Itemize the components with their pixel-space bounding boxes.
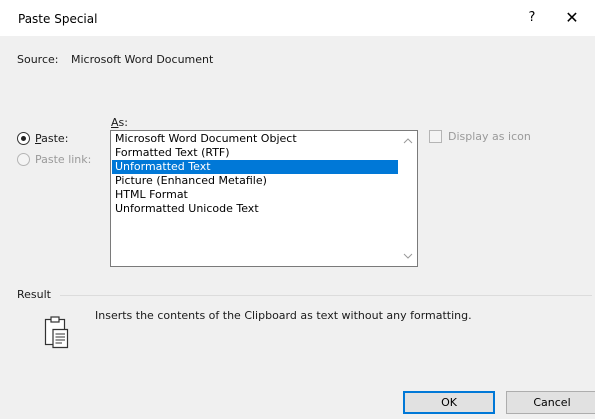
ok-button[interactable]: OK: [403, 391, 495, 414]
as-label: As:: [111, 116, 128, 129]
scroll-down-chevron-icon[interactable]: [399, 248, 417, 264]
help-button[interactable]: ?: [518, 4, 546, 32]
result-label: Result: [17, 288, 51, 301]
format-list-item-selected[interactable]: Unformatted Text: [112, 160, 398, 174]
scroll-up-chevron-icon[interactable]: [399, 133, 417, 149]
cancel-button[interactable]: Cancel: [506, 391, 595, 414]
paste-radio-indicator[interactable]: [17, 131, 30, 145]
result-description: Inserts the contents of the Clipboard as…: [95, 309, 472, 322]
format-list-item[interactable]: HTML Format: [112, 188, 398, 202]
dialog-title: Paste Special: [18, 12, 98, 26]
title-bar: Paste Special ? ✕: [0, 0, 595, 36]
display-as-icon-box[interactable]: [429, 130, 442, 143]
source-label: Source:: [17, 53, 59, 66]
paste-special-dialog: Paste Special ? ✕ Source: Microsoft Word…: [0, 0, 595, 419]
paste-link-radio[interactable]: Paste link:: [17, 151, 91, 167]
paste-radio-text: aste:: [41, 131, 69, 145]
paste-link-radio-indicator[interactable]: [17, 152, 30, 166]
format-list-item[interactable]: Picture (Enhanced Metafile): [112, 174, 398, 188]
result-divider: [60, 295, 592, 296]
paste-link-radio-label: Paste link:: [35, 152, 92, 166]
clipboard-document-icon: [44, 316, 69, 349]
format-list-item[interactable]: Formatted Text (RTF): [112, 146, 398, 160]
listbox-scrollbar[interactable]: [399, 131, 417, 266]
format-list-item[interactable]: Unformatted Unicode Text: [112, 202, 398, 216]
source-value: Microsoft Word Document: [71, 53, 214, 66]
format-listbox[interactable]: Microsoft Word Document Object Formatted…: [110, 130, 418, 267]
format-list-item[interactable]: Microsoft Word Document Object: [112, 132, 398, 146]
close-button[interactable]: ✕: [556, 4, 588, 32]
as-label-text: s:: [118, 116, 128, 129]
display-as-icon-label: Display as icon: [448, 130, 531, 143]
display-as-icon-checkbox[interactable]: Display as icon: [429, 130, 531, 143]
paste-radio-label: Paste:: [35, 132, 68, 145]
as-label-accelerator: A: [111, 116, 119, 129]
paste-radio[interactable]: Paste:: [17, 130, 68, 146]
